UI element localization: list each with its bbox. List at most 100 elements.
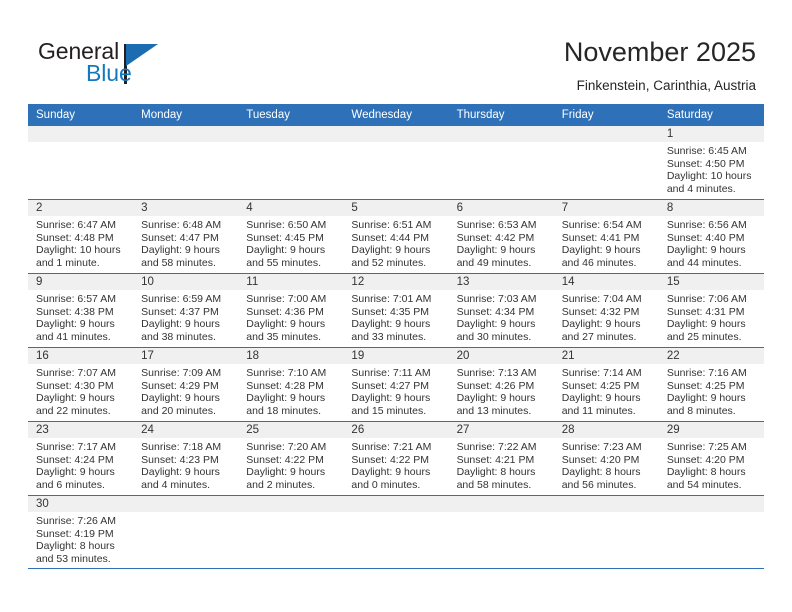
calendar-day-cell[interactable]: 29 Sunrise: 7:25 AM Sunset: 4:20 PM Dayligh… xyxy=(658,421,764,496)
calendar-day-cell[interactable]: 16 Sunrise: 7:07 AM Sunset: 4:30 PM Dayligh… xyxy=(28,347,134,422)
calendar-week-row: 23 Sunrise: 7:17 AM Sunset: 4:24 PM Dayligh… xyxy=(28,421,764,496)
daylight-text-line2: and 4 minutes. xyxy=(666,182,736,195)
sunrise-text: Sunrise: 7:06 AM xyxy=(666,293,747,305)
calendar-day-cell[interactable]: 21 Sunrise: 7:14 AM Sunset: 4:25 PM Dayligh… xyxy=(553,347,659,422)
sunrise-text: Sunrise: 7:17 AM xyxy=(36,441,116,453)
brand-logo[interactable]: General Blue xyxy=(38,38,238,90)
calendar-day-cell[interactable]: 14 Sunrise: 7:04 AM Sunset: 4:32 PM Dayligh… xyxy=(553,273,659,348)
day-sun-info: Sunrise: 6:51 AM Sunset: 4:44 PM Daylight:… xyxy=(343,216,448,269)
calendar-day-cell[interactable]: 24 Sunrise: 7:18 AM Sunset: 4:23 PM Dayligh… xyxy=(133,421,239,496)
day-number: 14 xyxy=(553,274,659,290)
calendar-day-cell[interactable]: 22 Sunrise: 7:16 AM Sunset: 4:25 PM Dayligh… xyxy=(658,347,764,422)
weekday-header-tuesday: Tuesday xyxy=(238,104,344,126)
day-number: 21 xyxy=(553,348,659,364)
sunset-text: Sunset: 4:45 PM xyxy=(246,231,324,244)
calendar-day-cell[interactable]: 12 Sunrise: 7:01 AM Sunset: 4:35 PM Dayligh… xyxy=(343,273,449,348)
daylight-text-line1: Daylight: 9 hours xyxy=(36,392,115,405)
daylight-text-line1: Daylight: 9 hours xyxy=(36,318,115,331)
calendar-day-cell[interactable]: 11 Sunrise: 7:00 AM Sunset: 4:36 PM Dayligh… xyxy=(238,273,344,348)
daylight-text-line2: and 56 minutes. xyxy=(561,478,637,491)
calendar-day-cell[interactable]: 17 Sunrise: 7:09 AM Sunset: 4:29 PM Dayligh… xyxy=(133,347,239,422)
day-sun-info: Sunrise: 7:07 AM Sunset: 4:30 PM Daylight:… xyxy=(28,364,133,417)
sunset-text: Sunset: 4:22 PM xyxy=(246,453,324,466)
calendar-day-cell[interactable]: 2 Sunrise: 6:47 AM Sunset: 4:48 PM Daylight… xyxy=(28,199,134,274)
daylight-text-line2: and 53 minutes. xyxy=(36,552,111,565)
calendar-day-cell[interactable]: 28 Sunrise: 7:23 AM Sunset: 4:20 PM Dayligh… xyxy=(553,421,659,496)
calendar-day-cell[interactable]: 4 Sunrise: 6:50 AM Sunset: 4:45 PM Daylight… xyxy=(238,199,344,274)
page-title: November 2025 xyxy=(563,37,756,67)
calendar-day-cell xyxy=(553,495,659,569)
calendar-day-cell xyxy=(553,126,659,200)
day-number: 27 xyxy=(448,422,554,438)
calendar-day-cell[interactable]: 5 Sunrise: 6:51 AM Sunset: 4:44 PM Daylight… xyxy=(343,199,449,274)
sunrise-text: Sunrise: 6:50 AM xyxy=(246,219,327,231)
daylight-text-line2: and 30 minutes. xyxy=(456,330,532,343)
sunrise-text: Sunrise: 7:20 AM xyxy=(246,441,327,453)
calendar-day-cell[interactable]: 30 Sunrise: 7:26 AM Sunset: 4:19 PM Dayligh… xyxy=(28,495,134,569)
sunrise-text: Sunrise: 7:25 AM xyxy=(666,441,747,453)
daylight-text-line2: and 15 minutes. xyxy=(351,404,427,417)
daylight-text-line1: Daylight: 9 hours xyxy=(36,466,115,479)
calendar-day-cell[interactable]: 23 Sunrise: 7:17 AM Sunset: 4:24 PM Dayligh… xyxy=(28,421,134,496)
calendar-day-cell[interactable]: 3 Sunrise: 6:48 AM Sunset: 4:47 PM Daylight… xyxy=(133,199,239,274)
daylight-text-line2: and 25 minutes. xyxy=(666,330,742,343)
calendar-day-cell[interactable]: 20 Sunrise: 7:13 AM Sunset: 4:26 PM Dayligh… xyxy=(448,347,554,422)
calendar-day-cell[interactable]: 10 Sunrise: 6:59 AM Sunset: 4:37 PM Dayligh… xyxy=(133,273,239,348)
calendar-day-cell[interactable]: 13 Sunrise: 7:03 AM Sunset: 4:34 PM Dayligh… xyxy=(448,273,554,348)
daylight-text-line2: and 4 minutes. xyxy=(141,478,211,491)
daylight-text-line1: Daylight: 8 hours xyxy=(456,466,536,479)
daylight-text-line1: Daylight: 9 hours xyxy=(246,244,326,257)
sunrise-text: Sunrise: 7:13 AM xyxy=(456,367,537,379)
calendar-day-cell[interactable]: 27 Sunrise: 7:22 AM Sunset: 4:21 PM Dayligh… xyxy=(448,421,554,496)
weekday-header-wednesday: Wednesday xyxy=(343,104,449,126)
day-sun-info: Sunrise: 7:11 AM Sunset: 4:27 PM Daylight:… xyxy=(343,364,448,417)
daylight-text-line2: and 18 minutes. xyxy=(246,404,321,417)
day-sun-info: Sunrise: 7:26 AM Sunset: 4:19 PM Daylight:… xyxy=(28,512,133,565)
day-sun-info: Sunrise: 6:50 AM Sunset: 4:45 PM Daylight:… xyxy=(238,216,343,269)
sunset-text: Sunset: 4:34 PM xyxy=(456,305,535,318)
calendar-day-cell[interactable]: 7 Sunrise: 6:54 AM Sunset: 4:41 PM Daylight… xyxy=(553,199,659,274)
daylight-text-line1: Daylight: 8 hours xyxy=(666,466,746,479)
day-number: 19 xyxy=(343,348,449,364)
day-sun-info: Sunrise: 7:16 AM Sunset: 4:25 PM Daylight:… xyxy=(659,364,764,417)
calendar-day-cell[interactable]: 8 Sunrise: 6:56 AM Sunset: 4:40 PM Daylight… xyxy=(658,199,764,274)
daylight-text-line1: Daylight: 8 hours xyxy=(561,466,641,479)
sunrise-text: Sunrise: 7:04 AM xyxy=(561,293,642,305)
calendar-week-row: 1 Sunrise: 6:45 AM Sunset: 4:50 PM Daylight… xyxy=(28,126,764,200)
calendar-day-cell[interactable]: 6 Sunrise: 6:53 AM Sunset: 4:42 PM Daylight… xyxy=(448,199,554,274)
calendar-day-cell[interactable]: 9 Sunrise: 6:57 AM Sunset: 4:38 PM Daylight… xyxy=(28,273,134,348)
day-number: 28 xyxy=(553,422,659,438)
day-number: 1 xyxy=(658,126,764,142)
day-sun-info: Sunrise: 7:10 AM Sunset: 4:28 PM Daylight:… xyxy=(238,364,343,417)
sunrise-text: Sunrise: 7:22 AM xyxy=(456,441,537,453)
day-sun-info: Sunrise: 7:01 AM Sunset: 4:35 PM Daylight:… xyxy=(343,290,448,343)
daylight-text-line1: Daylight: 9 hours xyxy=(666,392,746,405)
calendar-day-cell[interactable]: 1 Sunrise: 6:45 AM Sunset: 4:50 PM Daylight… xyxy=(658,126,764,200)
calendar-day-cell[interactable]: 25 Sunrise: 7:20 AM Sunset: 4:22 PM Dayligh… xyxy=(238,421,344,496)
sunset-text: Sunset: 4:25 PM xyxy=(666,379,745,392)
daylight-text-line2: and 38 minutes. xyxy=(141,330,216,343)
day-number: 30 xyxy=(28,496,134,512)
day-number: 13 xyxy=(448,274,554,290)
day-sun-info: Sunrise: 7:20 AM Sunset: 4:22 PM Daylight:… xyxy=(238,438,343,491)
day-sun-info: Sunrise: 7:09 AM Sunset: 4:29 PM Daylight:… xyxy=(133,364,238,417)
daylight-text-line1: Daylight: 9 hours xyxy=(351,318,431,331)
day-number: 8 xyxy=(658,200,764,216)
daylight-text-line1: Daylight: 8 hours xyxy=(36,540,115,553)
calendar-day-cell[interactable]: 15 Sunrise: 7:06 AM Sunset: 4:31 PM Dayligh… xyxy=(658,273,764,348)
sunrise-text: Sunrise: 7:10 AM xyxy=(246,367,327,379)
sunset-text: Sunset: 4:44 PM xyxy=(351,231,430,244)
sunrise-text: Sunrise: 7:07 AM xyxy=(36,367,116,379)
sunset-text: Sunset: 4:25 PM xyxy=(561,379,640,392)
calendar-day-cell[interactable]: 18 Sunrise: 7:10 AM Sunset: 4:28 PM Dayligh… xyxy=(238,347,344,422)
calendar-day-cell[interactable]: 26 Sunrise: 7:21 AM Sunset: 4:22 PM Dayligh… xyxy=(343,421,449,496)
calendar-day-cell[interactable]: 19 Sunrise: 7:11 AM Sunset: 4:27 PM Dayligh… xyxy=(343,347,449,422)
sunset-text: Sunset: 4:29 PM xyxy=(141,379,219,392)
calendar-day-cell xyxy=(343,126,449,200)
sunrise-text: Sunrise: 7:26 AM xyxy=(36,515,116,527)
daylight-text-line2: and 13 minutes. xyxy=(456,404,532,417)
brand-name-blue: Blue xyxy=(86,60,132,86)
sunset-text: Sunset: 4:41 PM xyxy=(561,231,640,244)
calendar-header-row: Sunday Monday Tuesday Wednesday Thursday… xyxy=(28,104,764,126)
daylight-text-line1: Daylight: 9 hours xyxy=(141,244,220,257)
